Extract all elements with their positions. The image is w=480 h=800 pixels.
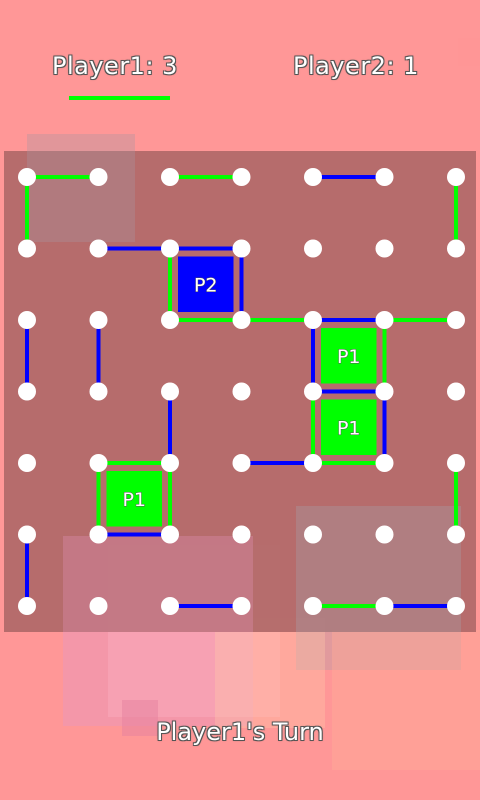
grid-dot[interactable] <box>304 382 322 401</box>
grid-dot[interactable] <box>161 168 179 186</box>
box-owner-label: P1 <box>122 489 146 511</box>
grid-dot[interactable] <box>89 525 108 544</box>
grid-dot[interactable] <box>304 168 322 186</box>
grid-dot[interactable] <box>89 454 108 472</box>
grid-dot[interactable] <box>18 311 36 329</box>
grid-dot[interactable] <box>232 239 251 258</box>
grid-dot[interactable] <box>232 454 251 472</box>
grid-dot[interactable] <box>161 454 179 472</box>
grid-dot[interactable] <box>447 382 465 401</box>
board-overlay-square <box>63 536 253 632</box>
grid-dot[interactable] <box>161 311 179 329</box>
grid-dot[interactable] <box>232 311 251 329</box>
grid-dot[interactable] <box>232 382 251 401</box>
grid-dot[interactable] <box>447 311 465 329</box>
grid-dot[interactable] <box>375 311 394 329</box>
grid-dot[interactable] <box>232 168 251 186</box>
grid-dot[interactable] <box>375 382 394 401</box>
grid-dot[interactable] <box>447 239 465 258</box>
grid-dot[interactable] <box>18 597 36 615</box>
grid-dot[interactable] <box>89 311 108 329</box>
grid-dot[interactable] <box>18 382 36 401</box>
turn-label: Player1's Turn <box>156 718 324 746</box>
grid-dot[interactable] <box>161 239 179 258</box>
grid-dot[interactable] <box>161 382 179 401</box>
grid-dot[interactable] <box>375 525 394 544</box>
grid-dot[interactable] <box>18 525 36 544</box>
grid-dot[interactable] <box>447 525 465 544</box>
board-overlay-square <box>296 506 461 632</box>
grid-dot[interactable] <box>304 311 322 329</box>
box-owner-label: P2 <box>194 274 218 296</box>
grid-dot[interactable] <box>18 239 36 258</box>
grid-dot[interactable] <box>375 239 394 258</box>
game-board[interactable]: P2 P1 P1 P1 <box>0 0 480 800</box>
grid-dot[interactable] <box>447 597 465 615</box>
box-owner-label: P1 <box>337 417 361 439</box>
grid-dot[interactable] <box>18 168 36 186</box>
grid-dot[interactable] <box>161 525 179 544</box>
grid-dot[interactable] <box>89 239 108 258</box>
grid-dot[interactable] <box>161 597 179 615</box>
grid-dot[interactable] <box>89 168 108 186</box>
grid-dot[interactable] <box>375 454 394 472</box>
box-owner-label: P1 <box>337 346 361 368</box>
grid-dot[interactable] <box>89 382 108 401</box>
grid-dot[interactable] <box>447 168 465 186</box>
grid-dot[interactable] <box>304 239 322 258</box>
grid-dot[interactable] <box>304 454 322 472</box>
grid-dot[interactable] <box>375 168 394 186</box>
grid-dot[interactable] <box>304 525 322 544</box>
board-overlay-square <box>27 134 135 242</box>
grid-dot[interactable] <box>232 597 251 615</box>
grid-dot[interactable] <box>375 597 394 615</box>
grid-dot[interactable] <box>447 454 465 472</box>
grid-dot[interactable] <box>18 454 36 472</box>
grid-dot[interactable] <box>89 597 108 615</box>
grid-dot[interactable] <box>232 525 251 544</box>
grid-dot[interactable] <box>304 597 322 615</box>
